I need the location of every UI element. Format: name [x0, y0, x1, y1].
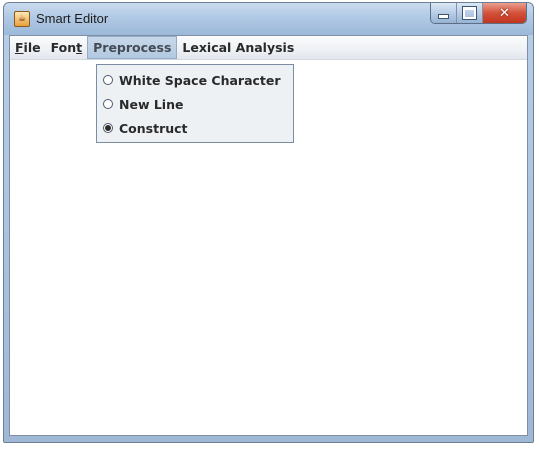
menu-file-label: ile: [23, 40, 41, 55]
menu-item-white-space-character[interactable]: White Space Character: [97, 68, 293, 92]
menu-item-label: Construct: [119, 120, 188, 136]
window-title: Smart Editor: [36, 11, 109, 26]
minimize-icon: [438, 14, 449, 19]
menu-item-new-line[interactable]: New Line: [97, 92, 293, 116]
menu-file-mnemonic: F: [15, 40, 24, 55]
menu-preprocess[interactable]: Preprocess: [87, 36, 178, 59]
menu-lexical-analysis[interactable]: Lexical Analysis: [177, 36, 299, 59]
close-icon: ✕: [499, 5, 510, 21]
menu-font[interactable]: Fon t: [46, 36, 88, 59]
menu-preprocess-label: Preprocess: [93, 40, 172, 55]
app-window: ☕ Smart Editor ✕ File Fon t Preprocess Le…: [3, 2, 534, 443]
radio-unchecked-icon: [103, 99, 113, 109]
caption-buttons: ✕: [430, 3, 527, 24]
title-bar[interactable]: ☕ Smart Editor ✕: [4, 3, 533, 35]
menu-font-mnemonic: t: [76, 40, 83, 55]
close-button[interactable]: ✕: [483, 3, 526, 23]
java-cup-icon[interactable]: ☕: [14, 11, 30, 27]
menu-item-label: White Space Character: [119, 72, 281, 88]
preprocess-dropdown: White Space Character New Line Construct: [96, 64, 294, 143]
maximize-button[interactable]: [457, 3, 483, 23]
menu-file[interactable]: File: [10, 36, 46, 59]
maximize-icon: [462, 6, 477, 20]
menu-item-label: New Line: [119, 96, 184, 112]
client-area: File Fon t Preprocess Lexical Analysis Wh…: [9, 35, 528, 436]
radio-checked-icon: [103, 123, 113, 133]
menu-bar: File Fon t Preprocess Lexical Analysis: [10, 36, 527, 60]
menu-font-label: Fon: [50, 40, 77, 55]
menu-item-construct[interactable]: Construct: [97, 116, 293, 140]
radio-unchecked-icon: [103, 75, 113, 85]
minimize-button[interactable]: [431, 3, 457, 23]
menu-lexical-analysis-label: Lexical Analysis: [182, 40, 295, 55]
